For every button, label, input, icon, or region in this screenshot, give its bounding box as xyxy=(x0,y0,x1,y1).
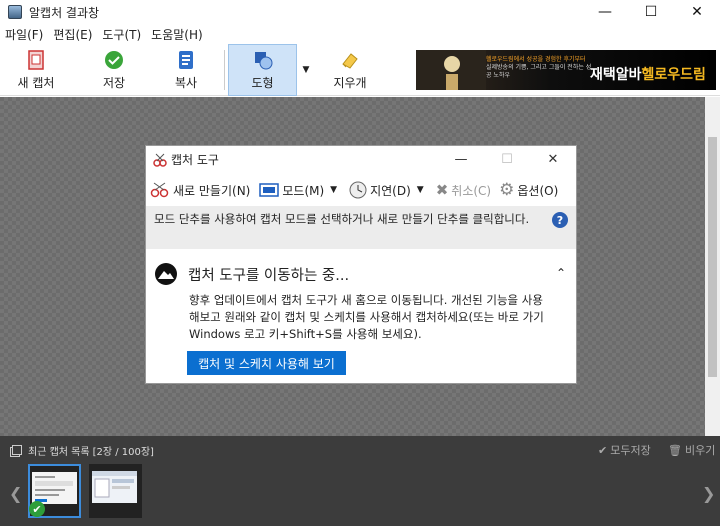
shape-icon xyxy=(253,50,273,70)
ad-line-2: 실제방송의 기쁨, 그리고 그들이 전하는 성공 노하우 xyxy=(486,64,592,79)
rectangle-mode-icon xyxy=(259,183,280,197)
gallery-icon xyxy=(10,444,22,457)
eraser-label: 지우개 xyxy=(333,75,367,90)
moving-notice-header: 캡처 도구를 이동하는 중... xyxy=(154,262,349,286)
scissors-icon xyxy=(153,153,167,167)
snip-minimize-button: — xyxy=(454,152,468,167)
menu-help[interactable]: 도움말(H) xyxy=(146,26,208,43)
snip-sketch-icon xyxy=(155,263,177,285)
previous-arrow-icon[interactable]: ❮ xyxy=(9,484,22,503)
save-label: 저장 xyxy=(102,75,126,90)
check-save-icon xyxy=(104,50,124,70)
trash-icon: 🗑 xyxy=(668,443,682,457)
new-capture-label: 새 캡처 xyxy=(17,75,55,90)
clear-button[interactable]: 🗑 비우기 xyxy=(668,442,715,458)
chevron-down-icon: ▼ xyxy=(416,185,424,195)
save-all-button[interactable]: ✔ 모두저장 xyxy=(598,442,651,458)
ad-small-text: 헬로우드림에서 성공을 경험한 후기부터 실제방송의 기쁨, 그리고 그들이 전… xyxy=(486,56,596,80)
snip-mode-label: 모드(M) xyxy=(282,183,325,198)
shape-label: 도형 xyxy=(251,75,274,90)
toolbar: 새 캡처 저장 복사 도형 ▼ 지우개 헬로우드림에서 성공을 경험한 후기부터… xyxy=(0,44,720,96)
save-button[interactable]: 저장 xyxy=(84,44,144,96)
captured-snipping-tool-window: 캡처 도구 — ☐ ✕ 새로 만들기(N) 모드(M) ▼ 지연(D) ▼ ✖ … xyxy=(145,145,577,384)
snip-maximize-button: ☐ xyxy=(501,152,513,167)
selected-check-icon: ✔ xyxy=(29,501,45,517)
thumbnail-preview xyxy=(92,471,137,503)
ad-headline-b: 헬로우드림 xyxy=(641,67,706,83)
snip-toolbar: 새로 만들기(N) 모드(M) ▼ 지연(D) ▼ ✖ 취소(C) ⚙ 옵션(O… xyxy=(146,176,576,204)
gear-icon: ⚙ xyxy=(499,180,515,200)
eraser-button[interactable]: 지우개 xyxy=(320,44,380,96)
help-icon: ? xyxy=(552,212,568,228)
check-icon: ✔ xyxy=(598,443,608,457)
snip-title-bar: 캡처 도구 — ☐ ✕ xyxy=(146,146,576,173)
shape-dropdown-button[interactable]: ▼ xyxy=(297,44,315,96)
clear-label: 비우기 xyxy=(684,444,716,457)
snip-cancel-button: ✖ 취소(C) xyxy=(436,181,491,199)
snip-mode-button: 모드(M) ▼ xyxy=(259,182,337,199)
snip-options-button: ⚙ 옵션(O) xyxy=(499,180,558,200)
app-logo-icon xyxy=(8,5,22,19)
copy-button[interactable]: 복사 xyxy=(156,44,216,96)
recent-captures-header: 최근 캡처 목록 [2장 / 100장] xyxy=(10,443,154,458)
capture-thumbnail[interactable] xyxy=(89,464,142,518)
ad-headline: 재택알바헬로우드림 xyxy=(590,64,706,84)
ad-banner[interactable]: 헬로우드림에서 성공을 경험한 후기부터 실제방송의 기쁨, 그리고 그들이 전… xyxy=(416,50,716,90)
next-arrow-icon[interactable]: ❯ xyxy=(702,484,715,503)
window-title: 알캡처 결과창 xyxy=(29,5,100,20)
clock-icon xyxy=(349,181,367,199)
thumbnail-preview xyxy=(32,472,77,504)
shape-button[interactable]: 도형 xyxy=(228,44,297,96)
maximize-button[interactable]: ☐ xyxy=(628,0,674,24)
ad-graphic-icon xyxy=(416,50,486,90)
chevron-down-icon: ▼ xyxy=(302,65,310,75)
new-capture-icon xyxy=(26,49,46,70)
recent-captures-count: [2장 / 100장] xyxy=(92,447,154,458)
recent-captures-label: 최근 캡처 목록 xyxy=(28,447,90,458)
snip-options-label: 옵션(O) xyxy=(517,183,559,198)
x-icon: ✖ xyxy=(435,181,449,199)
snip-title: 캡처 도구 xyxy=(171,153,219,167)
snip-new-button: 새로 만들기(N) xyxy=(150,182,250,199)
minimize-button[interactable]: — xyxy=(582,0,628,24)
ad-headline-a: 재택알바 xyxy=(590,67,642,83)
try-snip-sketch-button: 캡처 및 스케치 사용해 보기 xyxy=(187,351,346,375)
menu-bar: 파일(F) 편집(E) 도구(T) 도움말(H) xyxy=(0,24,720,44)
snip-delay-button: 지연(D) ▼ xyxy=(349,181,424,199)
close-button[interactable]: ✕ xyxy=(674,0,720,24)
eraser-icon xyxy=(340,50,360,70)
save-all-label: 모두저장 xyxy=(610,444,651,457)
menu-file[interactable]: 파일(F) xyxy=(0,26,48,43)
vertical-scrollbar[interactable] xyxy=(705,97,720,436)
moving-notice-title: 캡처 도구를 이동하는 중... xyxy=(188,267,350,284)
chevron-up-icon: ⌃ xyxy=(555,266,566,280)
scrollbar-thumb[interactable] xyxy=(708,137,717,377)
moving-notice-body: 향후 업데이트에서 캡처 도구가 새 홈으로 이동됩니다. 개선된 기능을 사용… xyxy=(189,293,544,341)
new-capture-button[interactable]: 새 캡처 xyxy=(6,44,66,96)
snip-new-label: 새로 만들기(N) xyxy=(173,183,251,198)
toolbar-divider xyxy=(224,50,225,90)
chevron-down-icon: ▼ xyxy=(330,185,338,195)
menu-tools[interactable]: 도구(T) xyxy=(97,26,146,43)
snip-close-button: ✕ xyxy=(547,152,559,167)
ad-line-1: 헬로우드림에서 성공을 경험한 후기부터 xyxy=(486,56,586,63)
copy-label: 복사 xyxy=(174,75,198,90)
snip-cancel-label: 취소(C) xyxy=(451,183,492,198)
scissors-icon xyxy=(150,182,170,198)
menu-edit[interactable]: 편집(E) xyxy=(48,26,97,43)
snip-info-bar: 모드 단추를 사용하여 캡처 모드를 선택하거나 새로 만들기 단추를 클릭합니… xyxy=(146,206,576,249)
copy-icon xyxy=(176,50,196,70)
snip-delay-label: 지연(D) xyxy=(370,183,411,198)
title-bar: 알캡처 결과창 — ☐ ✕ xyxy=(0,0,720,24)
